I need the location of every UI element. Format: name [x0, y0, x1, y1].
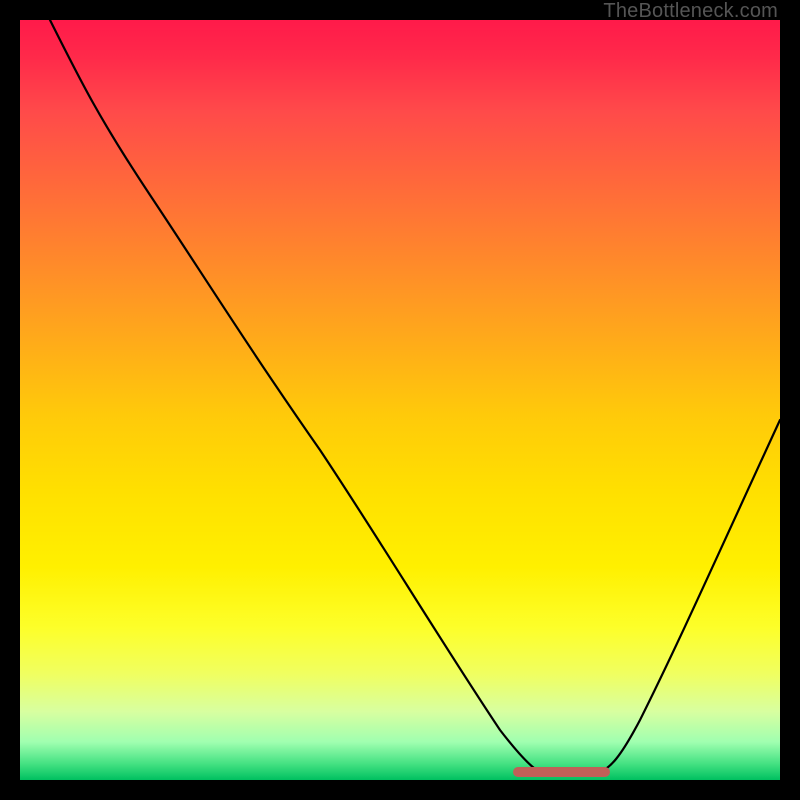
- bottleneck-curve: [50, 20, 780, 772]
- curve-layer: [20, 20, 780, 780]
- plot-area: [20, 20, 780, 780]
- watermark-text: TheBottleneck.com: [603, 0, 778, 23]
- chart-container: TheBottleneck.com: [0, 0, 800, 800]
